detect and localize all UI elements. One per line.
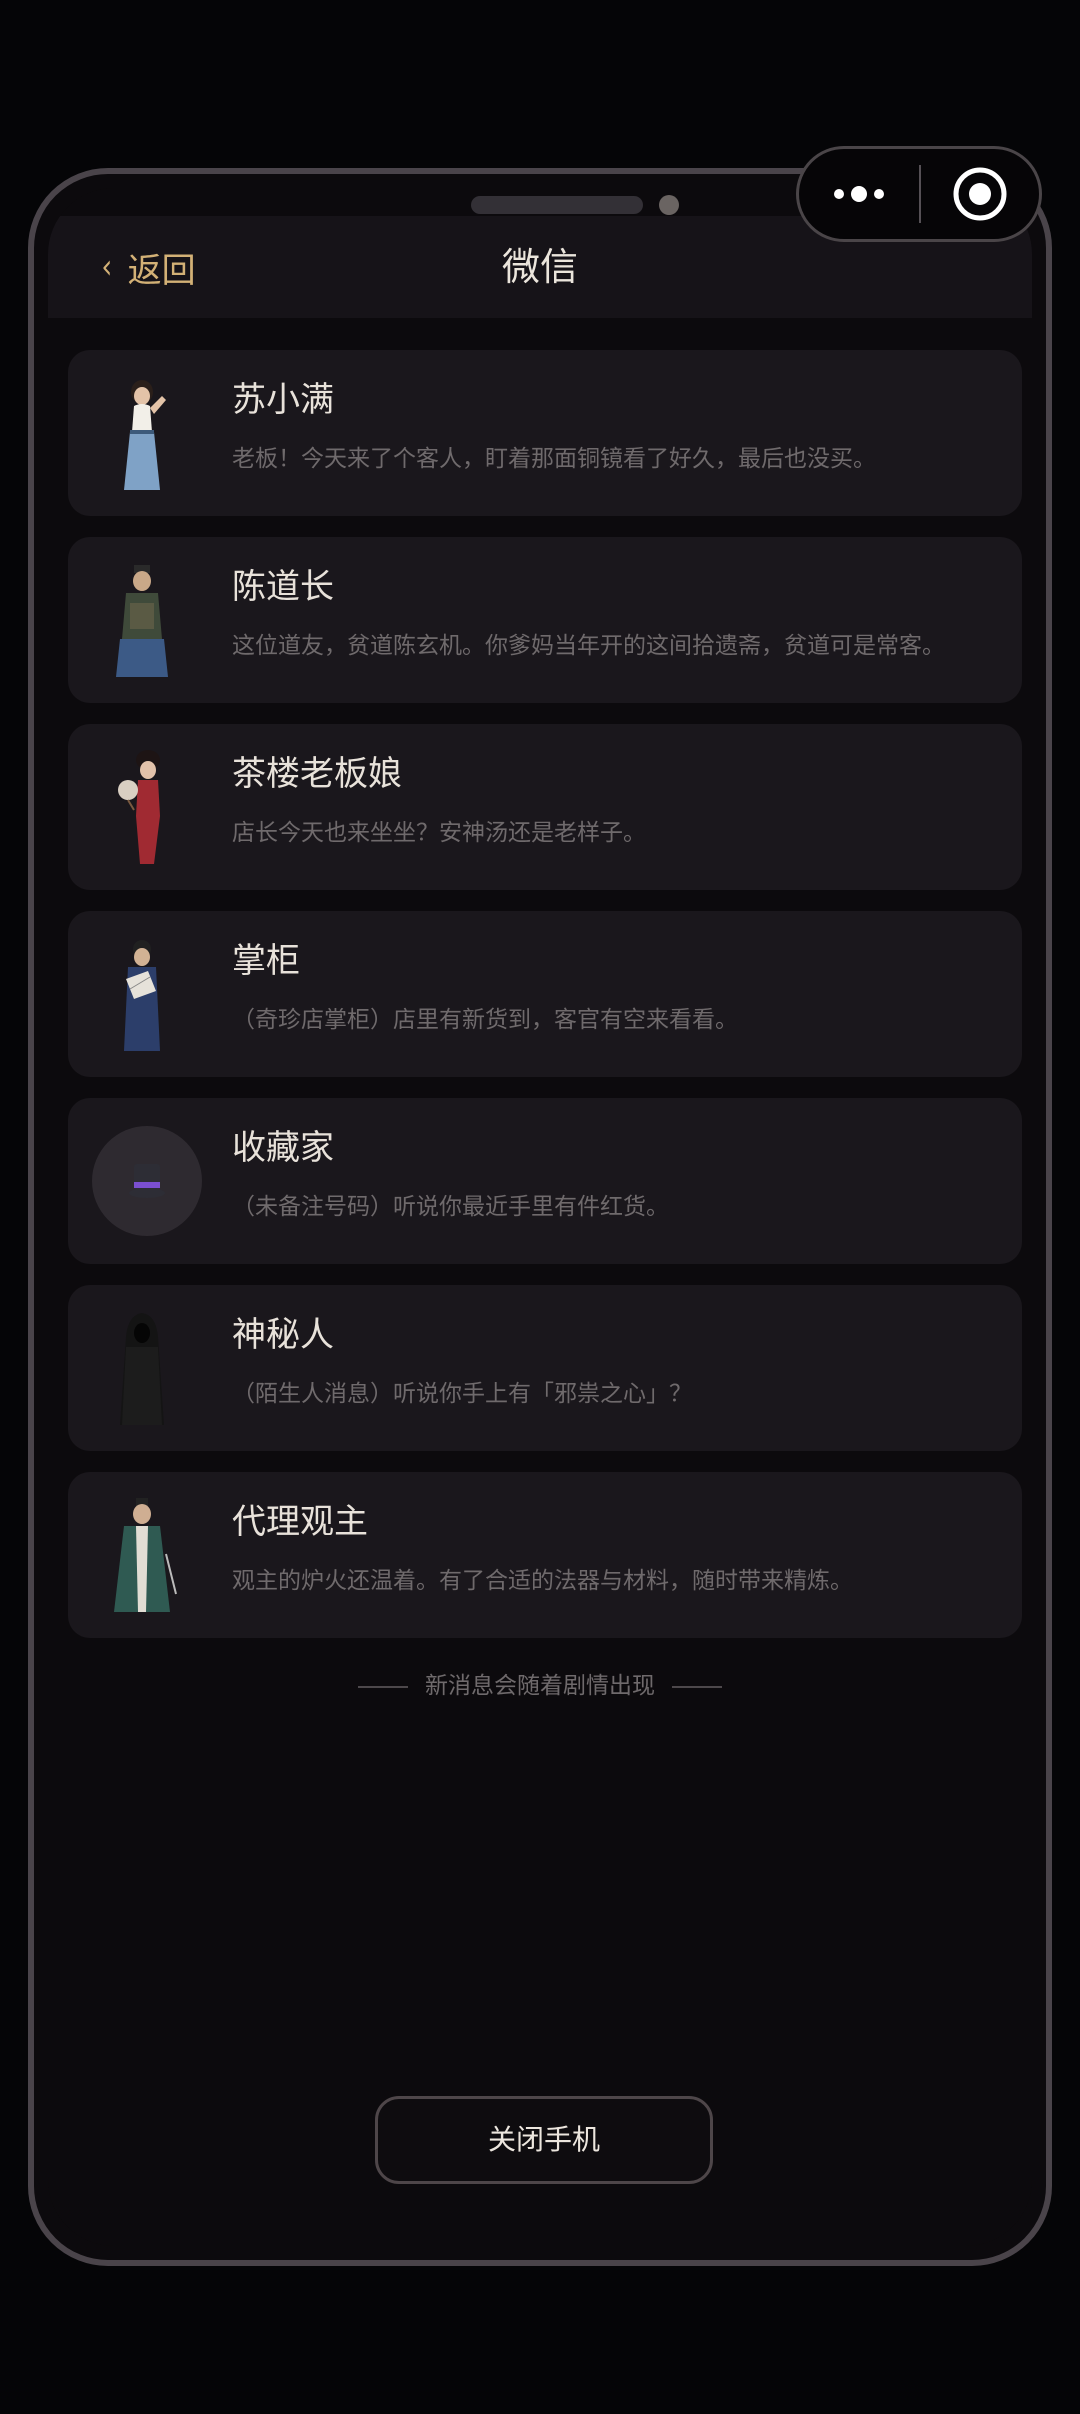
contact-name: 代理观主 [232, 1502, 368, 1542]
contact-name: 陈道长 [232, 567, 334, 607]
message-preview: 老板！今天来了个客人，盯着那面铜镜看了好久，最后也没买。 [232, 446, 876, 472]
contact-item[interactable]: 茶楼老板娘 店长今天也来坐坐？安神汤还是老样子。 [68, 724, 1022, 890]
contact-item[interactable]: 收藏家 （未备注号码）听说你最近手里有件红货。 [68, 1098, 1022, 1264]
message-preview: （未备注号码）听说你最近手里有件红货。 [232, 1194, 669, 1220]
phone-screen: ‹ 返回 微信 苏小满 老板！今天来了个客人，盯着那面铜镜看了好久，最后也没买。… [48, 188, 1032, 2246]
abbot-avatar [90, 1494, 202, 1618]
lady-avatar [90, 746, 202, 870]
hooded-figure-avatar [90, 1307, 202, 1431]
message-preview: 观主的炉火还温着。有了合适的法器与材料，随时带来精炼。 [232, 1568, 853, 1594]
message-preview: （陌生人消息）听说你手上有「邪祟之心」？ [232, 1381, 692, 1407]
message-preview: （奇珍店掌柜）店里有新货到，客官有空来看看。 [232, 1007, 738, 1033]
contact-item[interactable]: 陈道长 这位道友，贫道陈玄机。你爹妈当年开的这间拾遗斋，贫道可是常客。 [68, 537, 1022, 703]
contact-item[interactable]: 神秘人 （陌生人消息）听说你手上有「邪祟之心」？ [68, 1285, 1022, 1451]
more-button[interactable] [799, 149, 919, 239]
collector-avatar [92, 1126, 202, 1236]
taoist-avatar [90, 559, 202, 683]
contact-name: 茶楼老板娘 [232, 754, 402, 794]
contact-item[interactable]: 掌柜 （奇珍店掌柜）店里有新货到，客官有空来看看。 [68, 911, 1022, 1077]
top-hat-icon [129, 1164, 165, 1198]
mini-program-capsule [796, 146, 1042, 242]
contact-item[interactable]: 代理观主 观主的炉火还温着。有了合适的法器与材料，随时带来精炼。 [68, 1472, 1022, 1638]
close-miniprogram-button[interactable] [921, 149, 1039, 239]
message-preview: 店长今天也来坐坐？安神汤还是老样子。 [232, 820, 646, 846]
target-circle-icon [953, 167, 1007, 221]
contact-list: 苏小满 老板！今天来了个客人，盯着那面铜镜看了好久，最后也没买。 陈道长 这位道… [68, 350, 1022, 1659]
contact-item[interactable]: 苏小满 老板！今天来了个客人，盯着那面铜镜看了好久，最后也没买。 [68, 350, 1022, 516]
message-preview: 这位道友，贫道陈玄机。你爹妈当年开的这间拾遗斋，贫道可是常客。 [232, 633, 945, 659]
divider-line [357, 1685, 408, 1688]
contact-name: 掌柜 [232, 941, 300, 981]
close-phone-button[interactable]: 关闭手机 [375, 2096, 713, 2184]
contact-name: 苏小满 [232, 380, 334, 420]
contact-name: 收藏家 [232, 1128, 334, 1168]
shopkeeper-avatar [90, 933, 202, 1057]
contact-name: 神秘人 [232, 1315, 334, 1355]
footer-hint: 新消息会随着剧情出现 [48, 1666, 1032, 1700]
speaker-notch [471, 196, 643, 214]
more-dots-icon [834, 186, 884, 202]
phone-frame: ‹ 返回 微信 苏小满 老板！今天来了个客人，盯着那面铜镜看了好久，最后也没买。… [28, 168, 1052, 2266]
divider-line [672, 1685, 723, 1688]
camera-dot [659, 195, 679, 215]
footer-hint-text: 新消息会随着剧情出现 [425, 1673, 655, 1699]
girl-avatar [90, 372, 202, 496]
